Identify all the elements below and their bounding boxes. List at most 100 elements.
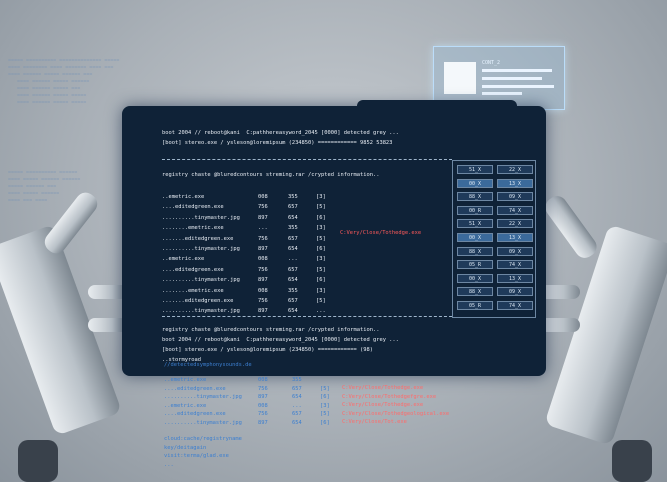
grid-cell: 13_X — [497, 273, 533, 283]
file-col-b: 654 — [288, 308, 298, 315]
grid-cell: 74_X — [497, 260, 533, 270]
holo-col-a: 897 — [258, 419, 268, 426]
terminal-header-line: [boot] stereo.exe / ysleson@loremipsum (… — [162, 140, 393, 146]
right-robot-wrist — [612, 440, 652, 482]
grid-cell: 88_X — [457, 246, 493, 256]
file-col-c: [3] — [316, 256, 326, 263]
grid-cell: 88_X — [457, 192, 493, 202]
file-name: ..........tinymaster.jpg — [162, 246, 240, 252]
grid-cell: 09_X — [497, 287, 533, 297]
holo-col-b: 355 — [292, 377, 302, 383]
file-col-c: [6] — [316, 277, 326, 284]
terminal-divider — [162, 159, 452, 160]
profile-line — [482, 77, 542, 80]
file-col-b: 657 — [288, 266, 298, 273]
file-col-b: 654 — [288, 214, 298, 221]
grid-cell: 05_R — [457, 260, 493, 270]
grid-cell: 00_X — [457, 273, 493, 283]
holo-red-path: C:Very/Close/Tot.exe — [342, 419, 407, 425]
file-col-c: [5] — [316, 266, 326, 273]
grid-cell: 51_X — [457, 165, 493, 174]
file-col-a: 897 — [258, 277, 268, 284]
grid-cell: 74_X — [497, 205, 533, 215]
file-col-b: 355 — [288, 194, 298, 200]
right-robot-finger — [540, 285, 580, 299]
terminal-file-row: ....editedgreen.exe 756 657 [5] — [162, 204, 336, 210]
terminal-section-title: registry chaste @bluredcontours streming… — [162, 172, 380, 178]
terminal-file-row: ..emetric.exe 008 355 [3] — [162, 194, 336, 200]
file-col-b: ... — [288, 256, 298, 263]
tablet-terminal-screen: boot 2004 // reboot@kani C:pathhereasywo… — [122, 100, 546, 376]
file-name: ........emetric.exe — [162, 225, 224, 232]
file-name: ..........tinymaster.jpg — [162, 308, 240, 315]
holo-col-c: [5] — [320, 411, 330, 417]
grid-cell: 22_X — [497, 165, 533, 174]
file-col-a: 756 — [258, 298, 268, 304]
file-col-c: [6] — [316, 214, 326, 221]
profile-thumbnail — [444, 62, 476, 94]
holo-red-path: C:Very/Close/Tothedge.exe — [342, 402, 424, 408]
terminal-file-row: ........emetric.exe 008 355 [3] — [162, 288, 336, 294]
file-col-b: 355 — [288, 225, 298, 232]
holo-col-a: 008 — [258, 377, 268, 383]
file-name: ........emetric.exe — [162, 287, 224, 294]
holo-tail-line: cloud:cache/registryname — [164, 436, 242, 442]
profile-line — [482, 92, 522, 95]
terminal-file-row: ....editedgreen.exe 756 657 [5] — [162, 267, 336, 273]
holo-col-b: 657 — [292, 385, 302, 392]
profile-line — [482, 69, 552, 72]
holo-col-a: 008 — [258, 402, 268, 409]
holo-col-a: 756 — [258, 385, 268, 392]
file-col-c: [5] — [316, 235, 326, 242]
file-name: .......editedgreen.exe — [162, 235, 234, 242]
holo-col-a: 897 — [258, 394, 268, 400]
file-col-b: 355 — [288, 287, 298, 294]
file-col-a: 008 — [258, 194, 268, 200]
grid-cell: 13_X — [497, 178, 533, 188]
holo-red-path: C:Very/Close/Tothedgefgre.exe — [342, 393, 437, 400]
file-name: ..........tinymaster.jpg — [162, 214, 240, 221]
holo-tail-line: visit:terma/glad.exe — [164, 453, 229, 459]
terminal-file-row: ........emetric.exe... 355 [3] — [162, 225, 336, 231]
right-robot-arm — [544, 224, 667, 446]
terminal-divider — [162, 316, 452, 317]
holo-red-path: C:Very/Close/Tothedge.exe — [342, 385, 424, 391]
holo-col-b: 654 — [292, 394, 302, 400]
holo-file-name: ..........tinymaster.jpg — [164, 419, 242, 426]
file-col-a: 008 — [258, 256, 268, 263]
file-name: ....editedgreen.exe — [162, 266, 224, 273]
file-col-b: 654 — [288, 246, 298, 252]
terminal-file-row: ..........tinymaster.jpg 897 654 [6] — [162, 215, 336, 221]
terminal-footer-line: boot 2004 // reboot@kani C:pathhereasywo… — [162, 337, 399, 343]
holo-col-c: [6] — [320, 419, 330, 426]
holo-col-c: [5] — [320, 385, 330, 392]
file-name: ..emetric.exe — [162, 256, 205, 263]
file-col-a: 897 — [258, 308, 268, 315]
background-data-panel-2: ===== ========== ====== ==== ===== =====… — [8, 170, 81, 204]
terminal-red-path: C:Very/Close/Tothedge.exe — [340, 230, 422, 236]
robot-hands-holding-tablet-scene: ===== ========== ============== ===== ==… — [0, 0, 667, 482]
file-col-c: [3] — [316, 287, 326, 294]
file-col-c: [6] — [316, 246, 326, 252]
file-col-c: [5] — [316, 204, 326, 211]
terminal-footer-title: registry chaste @bluredcontours streming… — [162, 327, 380, 333]
profile-card-title: CONT_2 — [482, 60, 501, 66]
terminal-file-row: .......editedgreen.exe 756 657 [5] — [162, 298, 336, 304]
file-col-a: 756 — [258, 266, 268, 273]
file-name: ..emetric.exe — [162, 194, 205, 200]
file-name: .......editedgreen.exe — [162, 298, 234, 304]
file-col-c: ... — [316, 308, 326, 315]
holo-file-name: ..emetric.exe — [164, 402, 207, 409]
file-col-a: 897 — [258, 214, 268, 221]
file-col-c: [3] — [316, 194, 326, 200]
file-col-a: ... — [258, 225, 268, 232]
holo-col-c: [6] — [320, 394, 330, 400]
grid-cell: 88_X — [457, 287, 493, 297]
terminal-file-row: ..emetric.exe 008... [3] — [162, 256, 336, 262]
file-name: ..........tinymaster.jpg — [162, 277, 240, 284]
holo-red-path: C:Very/Close/Tothedgeological.exe — [342, 410, 450, 417]
file-col-a: 756 — [258, 235, 268, 242]
file-col-b: 654 — [288, 277, 298, 284]
grid-cell: 22_X — [497, 219, 533, 229]
code-grid-panel: 51_X 22_X 00_X 13_X 88_X 09_X 00_R 74_X 51_X 22_X… — [452, 160, 536, 318]
